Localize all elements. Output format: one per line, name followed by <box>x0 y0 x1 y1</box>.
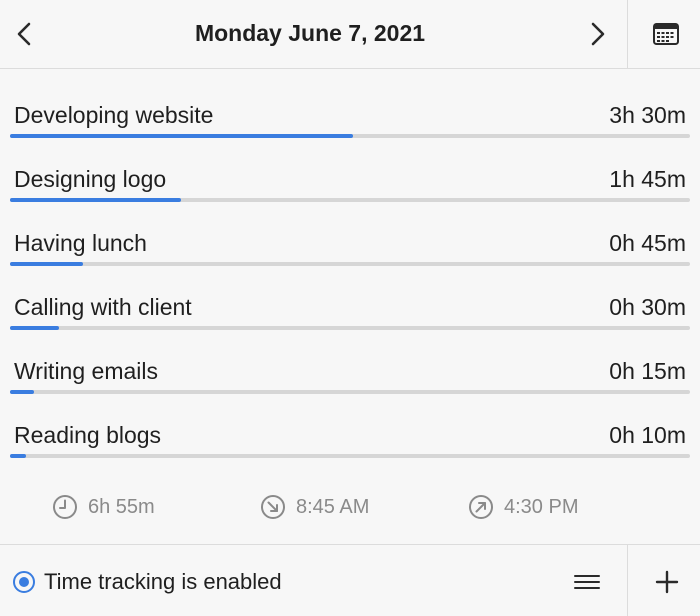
next-day-button[interactable] <box>578 14 618 54</box>
progress-fill <box>10 134 353 138</box>
arrow-down-right-circle-icon <box>261 495 285 519</box>
footer-bar: Time tracking is enabled <box>0 544 700 616</box>
activity-duration: 0h 45m <box>609 230 686 256</box>
chevron-left-icon <box>17 22 31 46</box>
plus-icon <box>655 570 679 594</box>
arrow-up-right-circle-icon <box>469 495 493 519</box>
progress-track <box>10 454 690 458</box>
progress-track <box>10 134 690 138</box>
progress-fill <box>10 454 27 458</box>
header-bar: Monday June 7, 2021 <box>0 0 700 69</box>
menu-icon <box>574 575 600 589</box>
progress-track <box>10 262 690 266</box>
activity-row[interactable]: Developing website 3h 30m <box>0 86 700 150</box>
chevron-right-icon <box>591 22 605 46</box>
start-time-value: 8:45 AM <box>296 495 370 518</box>
activity-duration: 0h 30m <box>609 294 686 320</box>
end-time: 4:30 PM <box>468 492 578 522</box>
activity-row[interactable]: Having lunch 0h 45m <box>0 214 700 278</box>
progress-fill <box>10 390 35 394</box>
activity-name: Having lunch <box>14 230 147 256</box>
activity-duration: 3h 30m <box>609 102 686 128</box>
activity-row[interactable]: Calling with client 0h 30m <box>0 278 700 342</box>
menu-button[interactable] <box>566 563 608 601</box>
previous-day-button[interactable] <box>4 14 44 54</box>
activity-duration: 0h 10m <box>609 422 686 448</box>
activity-duration: 0h 15m <box>609 358 686 384</box>
time-tracking-toggle[interactable]: Time tracking is enabled <box>12 567 282 597</box>
activity-name: Designing logo <box>14 166 167 192</box>
progress-fill <box>10 326 59 330</box>
activity-name: Writing emails <box>14 358 158 384</box>
calendar-icon <box>653 23 679 45</box>
radio-selected-icon <box>13 571 35 593</box>
footer-divider <box>627 545 628 616</box>
end-time-value: 4:30 PM <box>504 495 579 518</box>
date-title: Monday June 7, 2021 <box>194 20 426 46</box>
activity-name: Developing website <box>14 102 214 128</box>
time-tracking-label: Time tracking is enabled <box>44 569 282 594</box>
summary-row: 6h 55m 8:45 AM 4:30 PM <box>0 480 700 532</box>
activity-duration: 1h 45m <box>609 166 686 192</box>
progress-track <box>10 326 690 330</box>
start-time: 8:45 AM <box>260 492 369 522</box>
activity-row[interactable]: Reading blogs 0h 10m <box>0 406 700 470</box>
progress-track <box>10 390 690 394</box>
add-activity-button[interactable] <box>644 563 690 601</box>
progress-track <box>10 198 690 202</box>
total-time-value: 6h 55m <box>88 495 155 518</box>
activity-row[interactable]: Designing logo 1h 45m <box>0 150 700 214</box>
activity-name: Reading blogs <box>14 422 162 448</box>
clock-icon <box>53 495 77 519</box>
activity-name: Calling with client <box>14 294 192 320</box>
activity-row[interactable]: Writing emails 0h 15m <box>0 342 700 406</box>
header-divider <box>627 0 628 68</box>
progress-fill <box>10 262 84 266</box>
calendar-button[interactable] <box>640 14 692 54</box>
progress-fill <box>10 198 182 202</box>
total-time: 6h 55m <box>52 492 155 522</box>
